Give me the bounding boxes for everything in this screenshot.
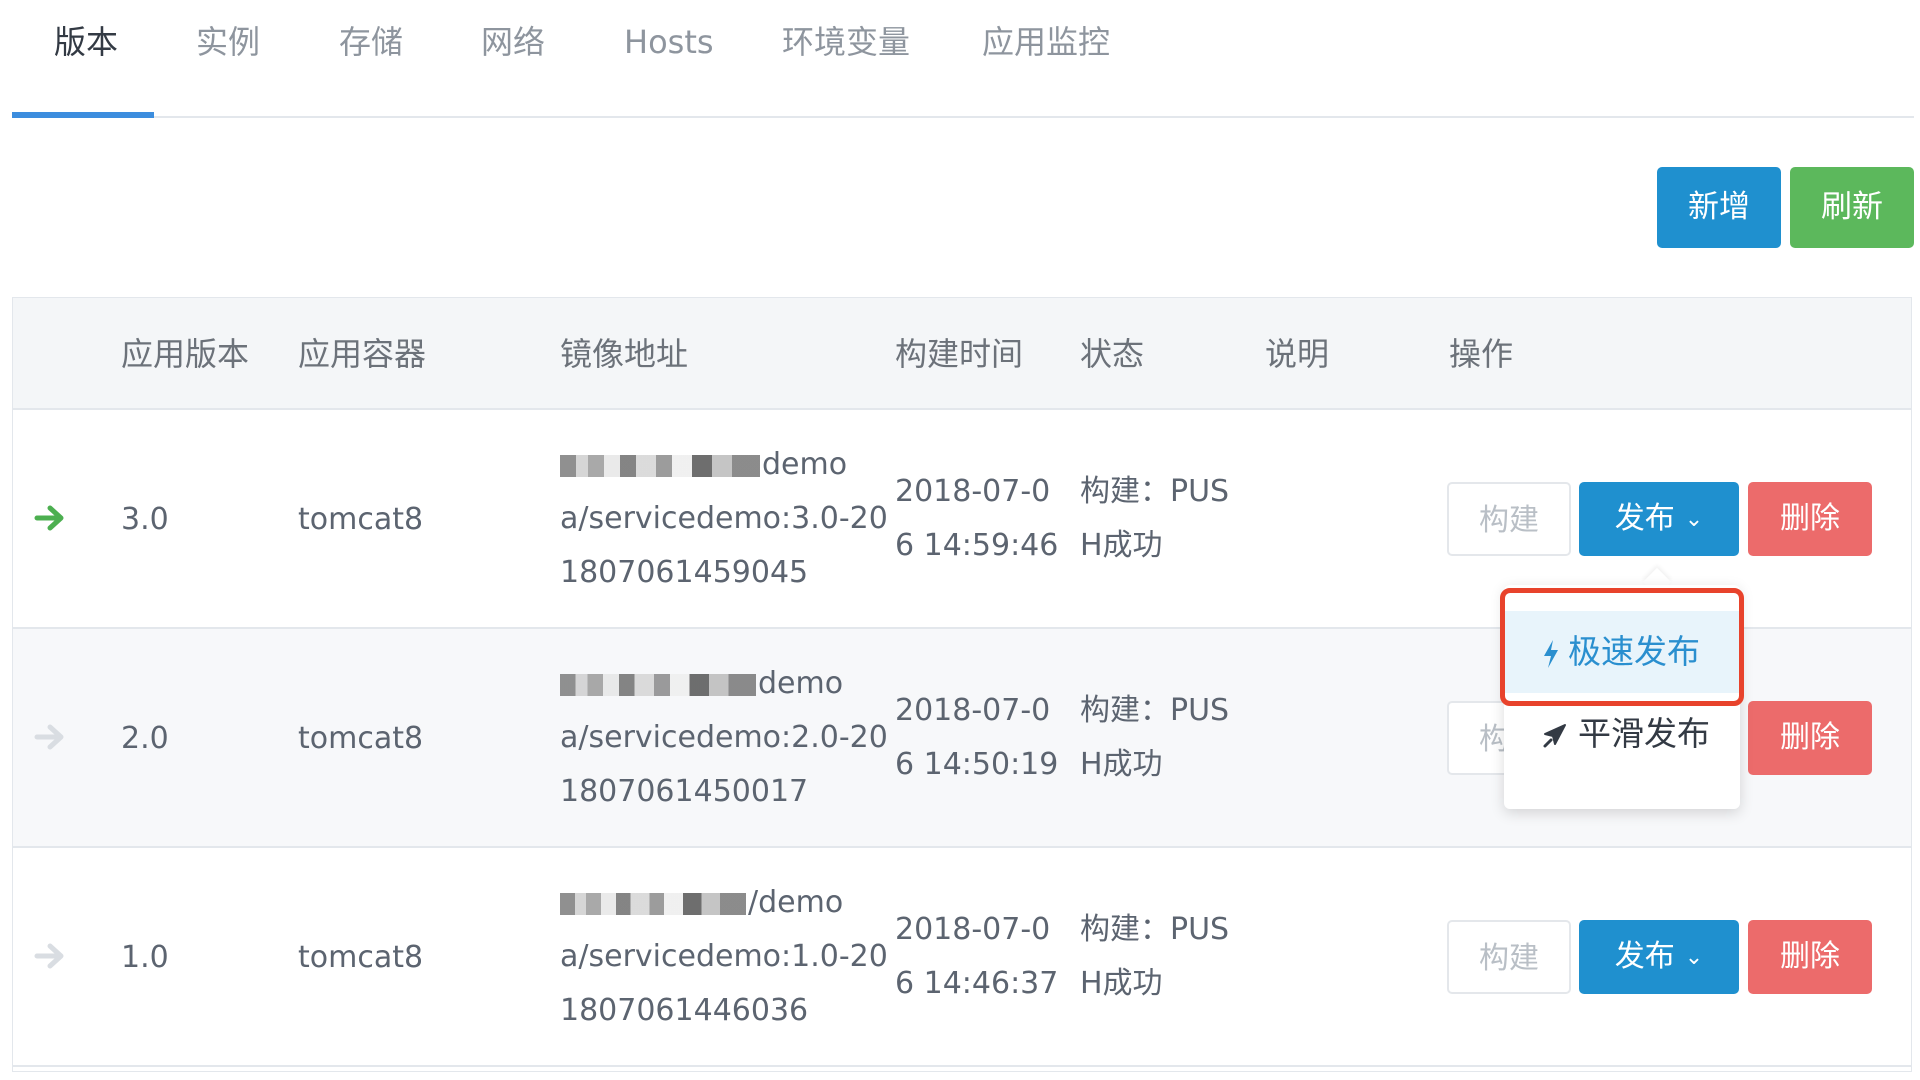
version-cell: 1.0 xyxy=(121,940,169,975)
version-cell: 2.0 xyxy=(121,721,169,756)
status-cell: 构建：PUS H成功 xyxy=(1080,912,1230,1001)
version-cell: 3.0 xyxy=(121,502,169,537)
image-cell: demo a/servicedemo:3.0-20 1807061459045 xyxy=(560,447,888,590)
build-button[interactable]: 构建 xyxy=(1447,920,1571,994)
container-cell: tomcat8 xyxy=(298,502,424,537)
header-build-time: 构建时间 xyxy=(895,335,1024,373)
header-container: 应用容器 xyxy=(298,335,427,373)
tab-instance[interactable]: 实例 xyxy=(196,18,260,66)
build-time-cell: 2018-07-0 6 14:59:46 xyxy=(895,474,1059,563)
header-image: 镜像地址 xyxy=(560,335,689,373)
delete-button[interactable]: 删除 xyxy=(1748,482,1872,556)
build-time-cell: 2018-07-0 6 14:50:19 xyxy=(895,693,1059,782)
header-version: 应用版本 xyxy=(121,335,250,373)
current-version-arrow-icon xyxy=(34,505,64,531)
status-cell: 构建：PUS H成功 xyxy=(1080,693,1230,782)
annotation-highlight-box xyxy=(1500,588,1744,706)
publish-dropdown-button[interactable]: 发布 ⌄ xyxy=(1579,482,1739,556)
tab-version[interactable]: 版本 xyxy=(54,18,118,66)
delete-button[interactable]: 删除 xyxy=(1748,701,1872,775)
chevron-down-icon: ⌄ xyxy=(1684,506,1704,532)
tab-network[interactable]: 网络 xyxy=(481,18,545,66)
arrow-icon xyxy=(34,943,64,969)
build-time-cell: 2018-07-0 6 14:46:37 xyxy=(895,912,1059,1001)
tab-bar: 版本 实例 存储 网络 Hosts 环境变量 应用监控 xyxy=(12,0,1914,118)
header-description: 说明 xyxy=(1265,335,1330,373)
redacted-image-host xyxy=(560,454,760,477)
image-cell: demo a/servicedemo:2.0-20 1807061450017 xyxy=(560,666,888,809)
tab-env-vars[interactable]: 环境变量 xyxy=(782,18,910,66)
header-actions: 操作 xyxy=(1449,335,1514,373)
header-status: 状态 xyxy=(1080,335,1145,373)
table-row: 1.0 tomcat8 /demo a/servicedemo:1.0-20 1… xyxy=(13,848,1911,1067)
container-cell: tomcat8 xyxy=(298,940,424,975)
tab-storage[interactable]: 存储 xyxy=(339,18,403,66)
status-cell: 构建：PUS H成功 xyxy=(1080,474,1230,563)
container-cell: tomcat8 xyxy=(298,721,424,756)
arrow-icon xyxy=(34,724,64,750)
airplane-icon xyxy=(1543,723,1566,747)
tab-hosts[interactable]: Hosts xyxy=(624,18,714,66)
image-cell: /demo a/servicedemo:1.0-20 1807061446036 xyxy=(560,885,888,1028)
publish-dropdown-button[interactable]: 发布 ⌄ xyxy=(1579,920,1739,994)
delete-button[interactable]: 删除 xyxy=(1748,920,1872,994)
tab-monitoring[interactable]: 应用监控 xyxy=(982,18,1110,66)
active-tab-indicator xyxy=(12,112,154,118)
add-button[interactable]: 新增 xyxy=(1657,167,1781,248)
build-button[interactable]: 构建 xyxy=(1447,482,1571,556)
redacted-image-host xyxy=(560,892,746,915)
redacted-image-host xyxy=(560,673,756,696)
chevron-down-icon: ⌄ xyxy=(1684,944,1704,970)
table-header: 应用版本 应用容器 镜像地址 构建时间 状态 说明 操作 xyxy=(13,298,1911,410)
refresh-button[interactable]: 刷新 xyxy=(1790,167,1914,248)
